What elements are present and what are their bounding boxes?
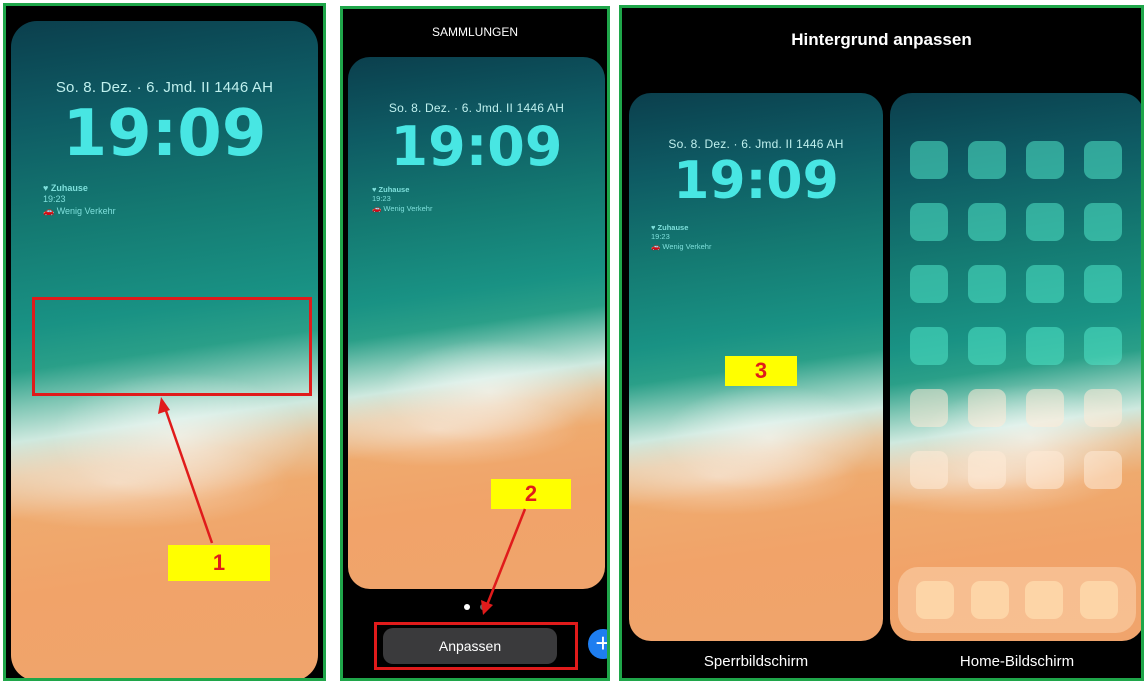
add-wallpaper-button[interactable]: +	[588, 629, 607, 659]
widget-traffic: 🚗 Wenig Verkehr	[372, 203, 433, 213]
page-dot	[480, 604, 487, 610]
lock-date: So. 8. Dez. · 6. Jmd. II 1446 AH	[55, 79, 274, 96]
app-icon-placeholder	[1084, 265, 1122, 303]
step-1-label: 1	[168, 545, 270, 581]
homescreen-option[interactable]	[890, 93, 1141, 641]
dock-icon-placeholder	[1079, 581, 1118, 619]
location-widget: ♥ Zuhause 19:23 🚗 Wenig Verkehr	[372, 185, 432, 213]
app-icon-placeholder	[1084, 141, 1122, 179]
app-grid	[910, 141, 1122, 489]
app-icon-placeholder	[1026, 327, 1064, 365]
panel-customize: Hintergrund anpassen So. 8. Dez. · 6. Jm…	[619, 5, 1144, 681]
widget-traffic: 🚗 Wenig Verkehr	[43, 205, 116, 216]
app-icon-placeholder	[968, 327, 1006, 365]
app-icon-placeholder	[1084, 389, 1122, 427]
app-icon-placeholder	[1084, 327, 1122, 365]
dock-icon-placeholder	[916, 581, 955, 619]
wallpaper-preview[interactable]: So. 8. Dez. · 6. Jmd. II 1446 AH 19:09 ♥…	[348, 57, 605, 589]
widget-time: 19:23	[651, 232, 670, 242]
lockscreen-caption: Sperrbildschirm	[703, 653, 809, 670]
lock-time: 19:09	[390, 115, 563, 178]
step-3-label: 3	[725, 356, 797, 386]
app-icon-placeholder	[1026, 265, 1064, 303]
app-icon-placeholder	[1026, 389, 1064, 427]
app-dock	[898, 567, 1136, 633]
customize-header: Hintergrund anpassen	[791, 30, 972, 49]
customize-button[interactable]: Anpassen	[383, 628, 557, 664]
homescreen-caption: Home-Bildschirm	[959, 653, 1075, 670]
app-icon-placeholder	[1026, 141, 1064, 179]
widget-time: 19:23	[372, 194, 391, 204]
dock-icon-placeholder	[1025, 581, 1064, 619]
app-icon-placeholder	[968, 265, 1006, 303]
widget-place: ♥ Zuhause	[372, 185, 410, 194]
app-icon-placeholder	[910, 265, 948, 303]
app-icon-placeholder	[968, 451, 1006, 489]
widget-place: ♥ Zuhause	[43, 183, 88, 193]
app-icon-placeholder	[910, 203, 948, 241]
app-icon-placeholder	[910, 141, 948, 179]
location-widget: ♥ Zuhause 19:23 🚗 Wenig Verkehr	[651, 223, 711, 251]
panel-collections: SAMMLUNGEN So. 8. Dez. · 6. Jmd. II 1446…	[340, 6, 610, 681]
widget-time: 19:23	[43, 194, 66, 205]
panel-lockscreen-1: So. 8. Dez. · 6. Jmd. II 1446 AH 19:09 ♥…	[3, 3, 326, 681]
dock-icon-placeholder	[970, 581, 1009, 619]
app-icon-placeholder	[910, 451, 948, 489]
app-icon-placeholder	[1026, 451, 1064, 489]
page-dot-active	[463, 604, 470, 610]
widget-place: ♥ Zuhause	[651, 223, 689, 232]
lockscreen-option[interactable]: So. 8. Dez. · 6. Jmd. II 1446 AH 19:09 ♥…	[629, 93, 883, 641]
lock-time: 19:09	[62, 97, 267, 171]
collections-header: SAMMLUNGEN	[431, 25, 518, 39]
location-widget[interactable]: ♥ Zuhause 19:23 🚗 Wenig Verkehr	[43, 183, 116, 217]
lock-time: 19:09	[673, 151, 839, 211]
app-icon-placeholder	[910, 389, 948, 427]
widget-traffic: 🚗 Wenig Verkehr	[651, 241, 712, 251]
step-2-label: 2	[491, 479, 571, 509]
app-icon-placeholder	[968, 389, 1006, 427]
app-icon-placeholder	[1084, 451, 1122, 489]
lock-date: So. 8. Dez. · 6. Jmd. II 1446 AH	[668, 137, 844, 151]
page-indicator[interactable]	[343, 597, 607, 615]
app-icon-placeholder	[1026, 203, 1064, 241]
app-icon-placeholder	[968, 203, 1006, 241]
app-icon-placeholder	[968, 141, 1006, 179]
app-icon-placeholder	[1084, 203, 1122, 241]
lock-date: So. 8. Dez. · 6. Jmd. II 1446 AH	[388, 101, 565, 115]
app-icon-placeholder	[910, 327, 948, 365]
highlight-wallpaper-area	[32, 297, 312, 396]
